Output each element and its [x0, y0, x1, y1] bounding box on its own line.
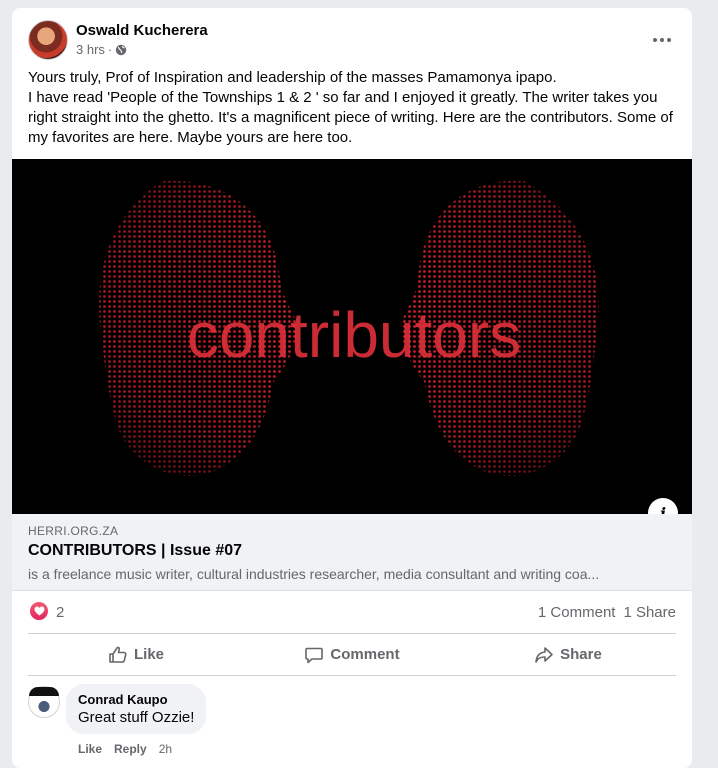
more-options-button[interactable] [648, 26, 676, 54]
image-overlay-text: contributors [187, 299, 521, 371]
author-avatar[interactable] [28, 20, 68, 60]
engagement-counts: 1 Comment 1 Share [538, 604, 676, 621]
share-icon [535, 646, 553, 663]
share-count[interactable]: 1 Share [623, 604, 676, 621]
post-text-line: Yours truly, Prof of Inspiration and lea… [28, 69, 557, 86]
thumbs-up-icon [109, 646, 127, 663]
dot-icon [660, 38, 664, 42]
share-button[interactable]: Share [460, 634, 676, 675]
meta-separator: · [107, 42, 113, 57]
author-name[interactable]: Oswald Kucherera [76, 22, 208, 39]
comment-text: Great stuff Ozzie! [78, 709, 195, 726]
post-image[interactable]: contributors i [12, 159, 692, 528]
like-label: Like [133, 646, 164, 663]
globe-icon[interactable] [115, 44, 127, 56]
comment-label: Comment [330, 646, 400, 663]
link-title[interactable]: CONTRIBUTORS | Issue #07 [28, 542, 242, 560]
reaction-count[interactable]: 2 [56, 604, 64, 621]
link-description: is a freelance music writer, cultural in… [28, 566, 600, 582]
comment-count[interactable]: 1 Comment [538, 604, 616, 621]
share-label: Share [560, 646, 602, 663]
dot-icon [653, 38, 657, 42]
comment-actions: Like Reply 2h [78, 742, 172, 756]
comment-bubble: Conrad Kaupo Great stuff Ozzie! [66, 684, 207, 734]
post-text: Yours truly, Prof of Inspiration and lea… [28, 68, 682, 148]
link-preview[interactable]: HERRI.ORG.ZA CONTRIBUTORS | Issue #07 is… [12, 514, 692, 591]
comment-button[interactable]: Comment [244, 634, 460, 675]
post-meta: 3 hrs · [76, 42, 127, 57]
heart-icon[interactable] [30, 602, 48, 620]
post-time[interactable]: 3 hrs [76, 42, 105, 57]
post-card: Oswald Kucherera 3 hrs · Yours truly, Pr… [12, 8, 692, 768]
comment-reply-button[interactable]: Reply [114, 742, 147, 756]
post-text-line: I have read 'People of the Townships 1 &… [28, 89, 673, 146]
link-domain: HERRI.ORG.ZA [28, 524, 119, 538]
commenter-name[interactable]: Conrad Kaupo [78, 692, 194, 707]
commenter-avatar[interactable] [28, 686, 60, 718]
like-button[interactable]: Like [28, 634, 244, 675]
post-stats: 2 1 Comment 1 Share [28, 596, 676, 628]
action-bar: Like Comment Share [28, 633, 676, 676]
comment-like-button[interactable]: Like [78, 742, 102, 756]
post-header: Oswald Kucherera 3 hrs · [28, 20, 676, 60]
comment-icon [305, 647, 324, 663]
comment-time[interactable]: 2h [159, 742, 172, 756]
dot-icon [667, 38, 671, 42]
contributors-graphic: contributors [99, 180, 599, 477]
